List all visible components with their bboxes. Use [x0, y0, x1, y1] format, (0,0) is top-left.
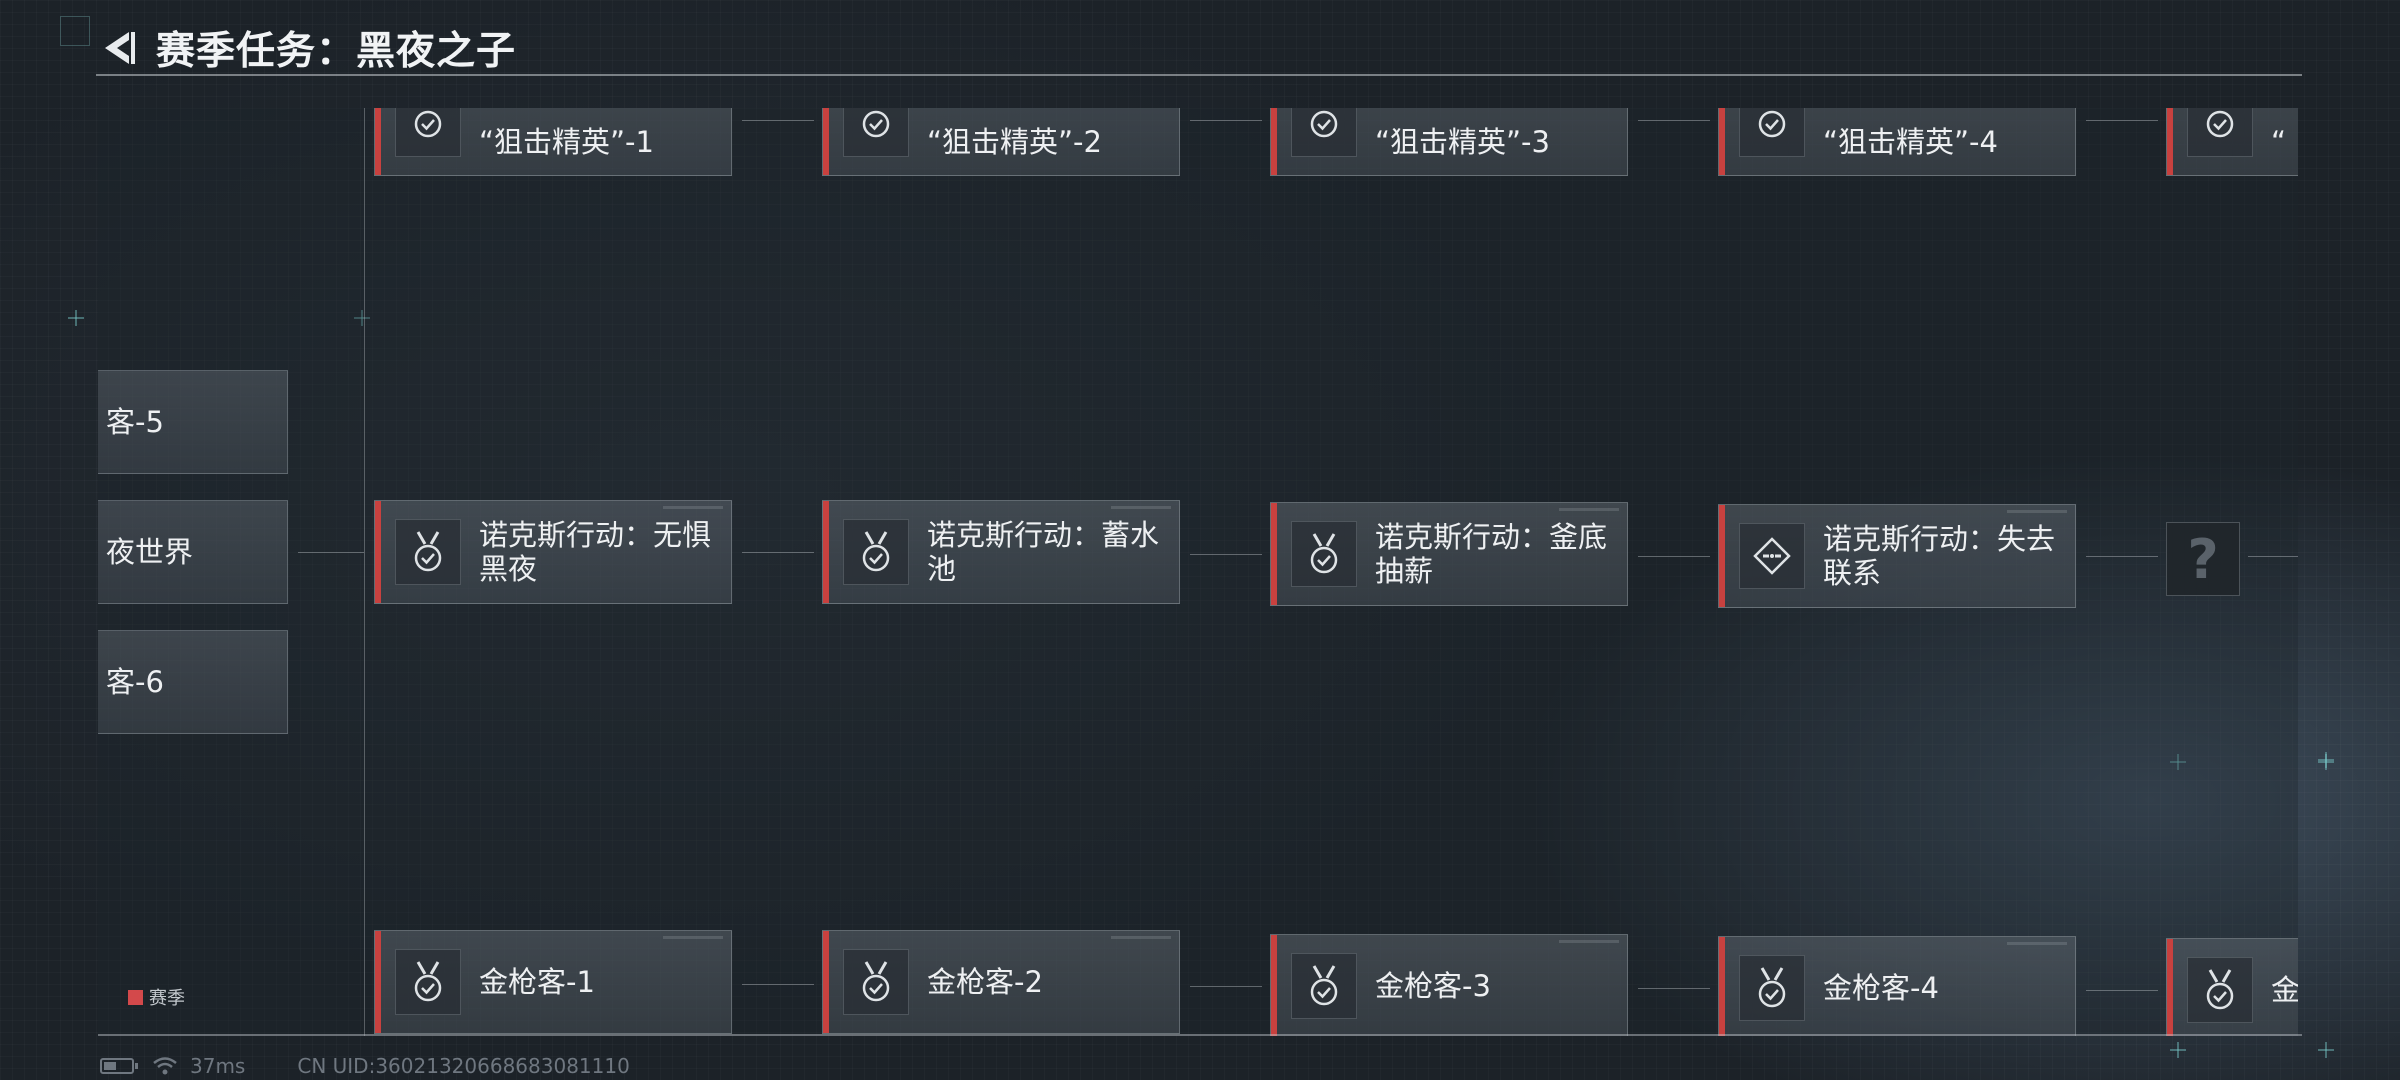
- quest-card-sniper-5[interactable]: “: [2166, 108, 2298, 176]
- quest-card-nox-1[interactable]: 诺克斯行动：无惧黑夜: [374, 500, 732, 604]
- connector-line: [742, 552, 814, 553]
- connector-line: [1190, 986, 1262, 987]
- legend-label: 赛季: [149, 988, 185, 1009]
- card-corner-tag: [1559, 508, 1619, 511]
- battery-icon: [100, 1058, 138, 1074]
- quest-card-gunslinger-2[interactable]: 金枪客-2: [822, 930, 1180, 1034]
- check-badge-icon: [1291, 108, 1357, 157]
- medal-check-icon: [1739, 955, 1805, 1021]
- quest-card-label: “狙击精英”-2: [927, 125, 1102, 159]
- crosshair-marker: [2318, 1042, 2334, 1058]
- card-corner-tag: [1111, 506, 1171, 509]
- quest-card-sniper-2[interactable]: “狙击精英”-2: [822, 108, 1180, 176]
- quest-card-label: 金: [2271, 973, 2298, 1007]
- legend-swatch: [128, 989, 143, 1005]
- check-badge-icon: [2187, 108, 2253, 157]
- quest-card-label: 金枪客-3: [1375, 969, 1491, 1003]
- check-badge-icon: [1739, 108, 1805, 157]
- connector-line: [2086, 120, 2158, 121]
- ping-readout: 37ms: [190, 1054, 246, 1078]
- medal-check-icon: [1291, 521, 1357, 587]
- quest-card-label: 诺克斯行动：无惧黑夜: [479, 518, 712, 586]
- connector-vertical: [364, 108, 365, 1036]
- check-badge-icon: [395, 108, 461, 157]
- quest-card-left-3[interactable]: 客-6: [98, 630, 288, 734]
- card-corner-tag: [663, 506, 723, 509]
- user-uid: CN UID:36021320668683081110: [297, 1054, 630, 1078]
- back-arrow-icon: [105, 32, 135, 64]
- crosshair-marker: [2318, 752, 2334, 768]
- quest-card-gunslinger-4[interactable]: 金枪客-4: [1718, 936, 2076, 1036]
- medal-check-icon: [395, 519, 461, 585]
- board-divider: [98, 1034, 2302, 1036]
- quest-card-nox-2[interactable]: 诺克斯行动：蓄水池: [822, 500, 1180, 604]
- medal-check-icon: [1291, 953, 1357, 1019]
- quest-card-gunslinger-5[interactable]: 金: [2166, 938, 2298, 1036]
- legend: 赛季: [128, 984, 185, 1010]
- connector-line: [1638, 988, 1710, 989]
- page-title: 赛季任务：黑夜之子: [156, 29, 517, 74]
- quest-board[interactable]: 客-5 夜世界 客-6 “狙击精英”-1 “狙击精英”-2 “狙击精英”-3 “…: [98, 108, 2298, 1036]
- wifi-icon: [153, 1057, 177, 1075]
- header-divider: [96, 74, 2302, 76]
- medal-check-icon: [395, 949, 461, 1015]
- card-corner-tag: [663, 936, 723, 939]
- quest-card-sniper-3[interactable]: “狙击精英”-3: [1270, 108, 1628, 176]
- check-badge-icon: [843, 108, 909, 157]
- connector-line: [2248, 556, 2298, 557]
- card-corner-tag: [2007, 510, 2067, 513]
- quest-card-label: “: [2271, 125, 2287, 159]
- quest-card-nox-4[interactable]: 诺克斯行动：失去联系: [1718, 504, 2076, 608]
- back-button[interactable]: [96, 25, 142, 71]
- quest-card-label: “狙击精英”-4: [1823, 125, 1998, 159]
- quest-card-sniper-4[interactable]: “狙击精英”-4: [1718, 108, 2076, 176]
- quest-card-label: 诺克斯行动：釜底抽薪: [1375, 520, 1608, 588]
- crosshair-marker: [68, 310, 84, 326]
- quest-card-label: “狙击精英”-3: [1375, 125, 1550, 159]
- quest-card-nox-3[interactable]: 诺克斯行动：釜底抽薪: [1270, 502, 1628, 606]
- connector-line: [1190, 554, 1262, 555]
- page-header: 赛季任务：黑夜之子: [96, 20, 516, 76]
- medal-check-icon: [2187, 957, 2253, 1023]
- card-corner-tag: [2007, 942, 2067, 945]
- diamond-target-icon: [1739, 523, 1805, 589]
- quest-card-label: 客-5: [106, 405, 164, 439]
- connector-line: [742, 120, 814, 121]
- quest-card-label: 金枪客-4: [1823, 971, 1939, 1005]
- quest-card-gunslinger-1[interactable]: 金枪客-1: [374, 930, 732, 1034]
- connector-line: [1638, 556, 1710, 557]
- crosshair-marker: [2170, 1042, 2186, 1058]
- connector-line: [742, 984, 814, 985]
- quest-card-left-2[interactable]: 夜世界: [98, 500, 288, 604]
- quest-card-label: 金枪客-1: [479, 965, 595, 999]
- quest-card-left-1[interactable]: 客-5: [98, 370, 288, 474]
- card-corner-tag: [1559, 940, 1619, 943]
- quest-card-label: 诺克斯行动：蓄水池: [927, 518, 1160, 586]
- quest-card-label: “狙击精英”-1: [479, 125, 654, 159]
- medal-check-icon: [843, 949, 909, 1015]
- quest-card-gunslinger-3[interactable]: 金枪客-3: [1270, 934, 1628, 1036]
- decorative-frame: [60, 16, 90, 46]
- quest-card-label: 金枪客-2: [927, 965, 1043, 999]
- quest-card-label: 客-6: [106, 665, 164, 699]
- connector-line: [2086, 556, 2158, 557]
- quest-card-label: 夜世界: [106, 535, 194, 569]
- connector-line: [1638, 120, 1710, 121]
- status-bar: 37ms CN UID:36021320668683081110: [100, 1054, 630, 1078]
- connector-line: [2086, 990, 2158, 991]
- quest-card-label: 诺克斯行动：失去联系: [1823, 522, 2056, 590]
- connector-line: [298, 552, 364, 553]
- card-corner-tag: [1111, 936, 1171, 939]
- locked-quest-node[interactable]: ?: [2166, 522, 2240, 596]
- medal-check-icon: [843, 519, 909, 585]
- quest-card-sniper-1[interactable]: “狙击精英”-1: [374, 108, 732, 176]
- connector-line: [1190, 120, 1262, 121]
